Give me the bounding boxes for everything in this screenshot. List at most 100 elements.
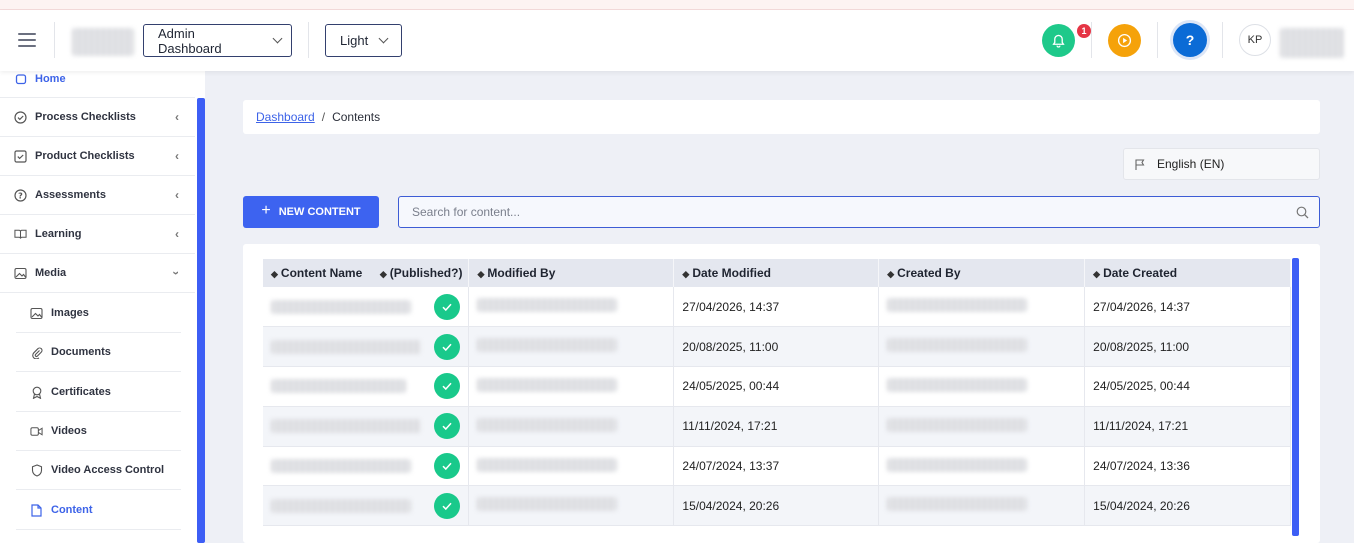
sidebar-item-videos[interactable]: Videos xyxy=(16,412,181,451)
sidebar-scrollbar[interactable] xyxy=(197,98,205,543)
flag-icon xyxy=(1135,158,1145,170)
top-strip xyxy=(0,0,1354,10)
sort-icon: ◆ xyxy=(271,269,278,279)
published-check-icon xyxy=(434,373,461,400)
sort-icon: ◆ xyxy=(682,269,690,279)
date-created-cell: 11/11/2024, 17:21 xyxy=(1084,406,1291,447)
sidebar-item-images[interactable]: Images xyxy=(16,294,181,333)
column-header-label: Date Created xyxy=(1103,266,1178,280)
dashboard-select-label: Admin Dashboard xyxy=(158,25,222,56)
search-icon[interactable] xyxy=(1296,206,1309,219)
chevron-left-icon: ‹ xyxy=(175,149,179,163)
search-box xyxy=(398,196,1320,228)
theme-select[interactable]: Light xyxy=(325,24,402,57)
sidebar-item-label: Images xyxy=(51,307,89,319)
breadcrumb-dashboard-link[interactable]: Dashboard xyxy=(256,110,315,124)
breadcrumb-current: Contents xyxy=(332,110,381,124)
check-circle-icon xyxy=(14,110,27,124)
content-name-cell[interactable] xyxy=(263,366,470,407)
chevron-down-icon xyxy=(378,33,389,44)
date-modified-cell: 24/05/2025, 00:44 xyxy=(673,366,880,407)
created-by-cell xyxy=(878,287,1086,328)
file-icon xyxy=(30,503,43,517)
help-button[interactable]: ? xyxy=(1173,23,1207,57)
published-check-icon xyxy=(434,453,461,480)
date-modified-cell: 20/08/2025, 11:00 xyxy=(673,326,880,368)
shield-icon xyxy=(30,463,43,477)
content-name-redacted xyxy=(271,419,421,434)
avatar[interactable]: KP xyxy=(1239,24,1271,56)
sidebar-item-home[interactable]: Home xyxy=(0,71,195,98)
column-header-created-by[interactable]: ◆ Created By xyxy=(878,259,1086,287)
sidebar-item-assessments[interactable]: ? Assessments ‹ xyxy=(0,176,195,215)
table-scrollbar[interactable] xyxy=(1292,258,1299,536)
sidebar-item-media[interactable]: Media ‹ xyxy=(0,254,195,293)
sidebar-item-learning[interactable]: Learning ‹ xyxy=(0,215,195,254)
column-header-content-name[interactable]: ◆ Content Name ◆ (Published?) xyxy=(263,259,470,287)
check-square-icon xyxy=(14,149,27,163)
language-label: English (EN) xyxy=(1157,157,1225,171)
content-name-cell[interactable] xyxy=(263,446,470,487)
sidebar-item-label: Home xyxy=(35,72,66,85)
table-row[interactable]: 24/05/2025, 00:44 24/05/2025, 00:44 xyxy=(263,366,1291,407)
created-by-redacted xyxy=(887,497,1028,512)
sort-icon: ◆ xyxy=(887,269,895,279)
plus-icon: + xyxy=(261,202,271,219)
paperclip-icon xyxy=(30,346,43,359)
date-created-cell: 20/08/2025, 11:00 xyxy=(1084,326,1291,368)
sidebar-item-label: Videos xyxy=(51,425,87,437)
question-circle-icon: ? xyxy=(14,188,27,202)
published-check-icon xyxy=(434,333,461,360)
media-player-button[interactable] xyxy=(1108,24,1141,57)
table-row[interactable]: 11/11/2024, 17:21 11/11/2024, 17:21 xyxy=(263,406,1291,447)
content-name-cell[interactable] xyxy=(263,485,470,527)
video-icon xyxy=(30,425,43,438)
column-header-date-modified[interactable]: ◆ Date Modified xyxy=(673,259,880,287)
table-row[interactable]: 27/04/2026, 14:37 27/04/2026, 14:37 xyxy=(263,287,1291,328)
date-created-cell: 27/04/2026, 14:37 xyxy=(1084,287,1291,328)
divider xyxy=(1222,22,1223,58)
content-name-redacted xyxy=(271,339,421,354)
content-name-cell[interactable] xyxy=(263,326,470,368)
created-by-cell xyxy=(878,326,1086,368)
chevron-left-icon: ‹ xyxy=(175,227,179,241)
published-check-icon xyxy=(434,413,461,440)
table-row[interactable]: 15/04/2024, 20:26 15/04/2024, 20:26 xyxy=(263,485,1291,527)
divider xyxy=(54,22,55,58)
new-content-button[interactable]: + NEW CONTENT xyxy=(243,196,379,228)
sidebar-item-video-access-control[interactable]: Video Access Control xyxy=(16,451,181,490)
content-name-redacted xyxy=(271,498,411,513)
modified-by-redacted xyxy=(477,338,618,353)
sidebar-item-certificates[interactable]: Certificates xyxy=(16,373,181,412)
sidebar-item-product-checklists[interactable]: Product Checklists ‹ xyxy=(0,137,195,176)
sidebar-item-process-checklists[interactable]: Process Checklists ‹ xyxy=(0,98,195,137)
breadcrumb: Dashboard / Contents xyxy=(243,100,1320,134)
sidebar-item-label: Certificates xyxy=(51,386,111,398)
column-header-date-created[interactable]: ◆ Date Created xyxy=(1084,259,1291,287)
notifications-button[interactable] xyxy=(1042,24,1075,57)
content-name-redacted xyxy=(271,379,406,394)
question-icon: ? xyxy=(1185,32,1195,48)
column-header-label: (Published?) xyxy=(389,266,463,280)
menu-icon[interactable] xyxy=(18,33,36,47)
dashboard-select[interactable]: Admin Dashboard xyxy=(143,24,292,57)
language-select[interactable]: English (EN) xyxy=(1123,148,1320,180)
svg-text:?: ? xyxy=(18,191,23,200)
date-modified-cell: 24/07/2024, 13:37 xyxy=(673,446,880,487)
play-circle-icon xyxy=(1117,33,1132,48)
sidebar-item-label: Process Checklists xyxy=(35,111,136,123)
column-header-modified-by[interactable]: ◆ Modified By xyxy=(468,259,675,287)
sort-icon: ◆ xyxy=(477,269,485,279)
sidebar-item-content[interactable]: Content xyxy=(16,491,181,530)
sidebar: Home Process Checklists ‹ Product Checkl… xyxy=(0,71,205,543)
sidebar-item-documents[interactable]: Documents xyxy=(16,333,181,372)
created-by-redacted xyxy=(887,457,1028,472)
table-row[interactable]: 24/07/2024, 13:37 24/07/2024, 13:36 xyxy=(263,446,1291,487)
search-input[interactable] xyxy=(399,197,1269,227)
column-header-label: Date Modified xyxy=(692,266,771,280)
modified-by-redacted xyxy=(477,497,618,512)
image-icon xyxy=(14,267,27,280)
table-row[interactable]: 20/08/2025, 11:00 20/08/2025, 11:00 xyxy=(263,326,1291,368)
content-name-cell[interactable] xyxy=(263,287,470,328)
content-name-cell[interactable] xyxy=(263,406,470,447)
